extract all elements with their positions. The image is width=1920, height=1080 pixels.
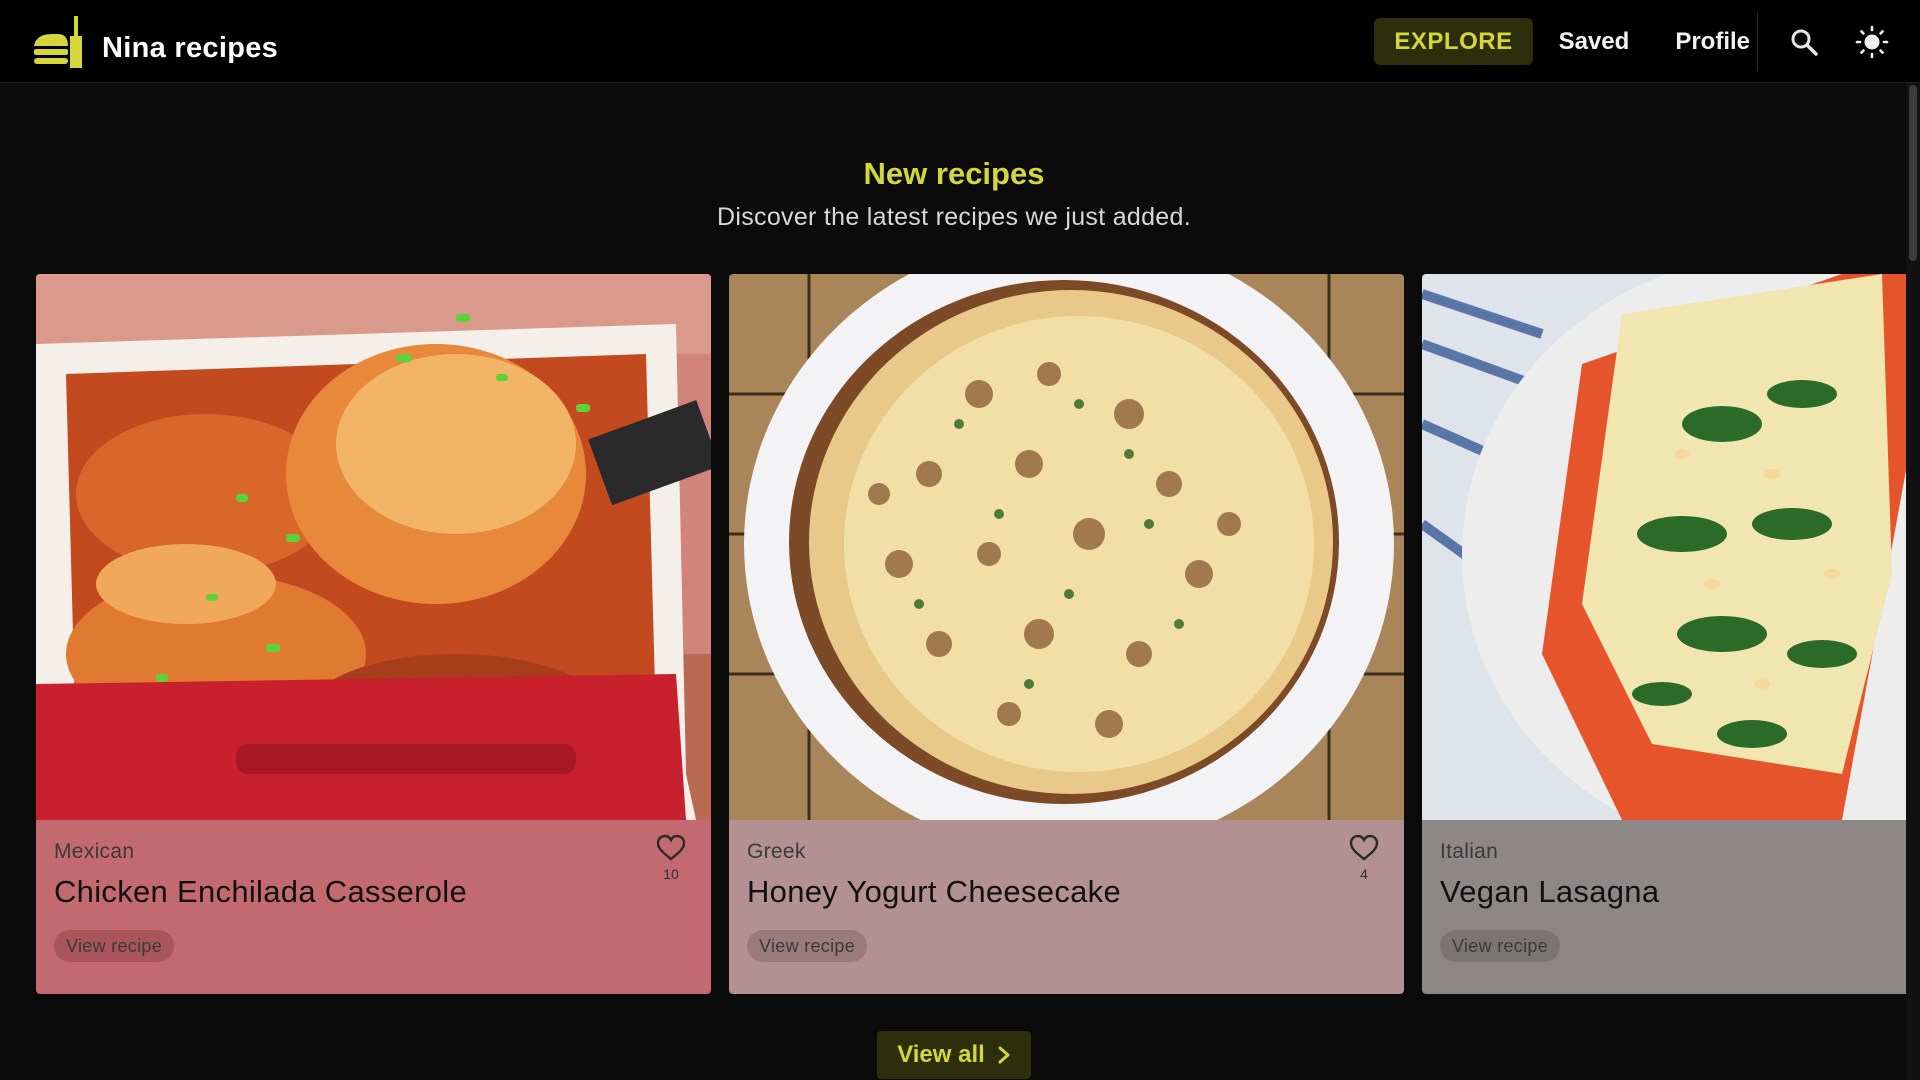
scrollbar-thumb[interactable] [1909,85,1917,261]
recipe-title: Vegan Lasagna [1440,874,1660,909]
search-button[interactable] [1784,22,1824,62]
recipe-card[interactable]: Mexican Chicken Enchilada Casserole View… [36,274,711,994]
favorite-count: 4 [1360,866,1368,882]
recipe-title: Honey Yogurt Cheesecake [747,874,1121,909]
view-recipe-button[interactable]: View recipe [747,930,868,962]
search-icon [1791,29,1818,56]
section-subtitle: Discover the latest recipes we just adde… [717,203,1191,231]
top-bar: Nina recipes EXPLORE Saved Profile [0,0,1920,83]
recipe-card-body: Greek Honey Yogurt Cheesecake View recip… [729,820,1404,994]
recipe-card[interactable]: Greek Honey Yogurt Cheesecake View recip… [729,274,1404,994]
section-title: New recipes [863,156,1045,191]
recipe-card-body: Italian Vegan Lasagna View recipe [1422,820,1908,994]
view-recipe-button[interactable]: View recipe [54,930,175,962]
nav-divider [1757,12,1758,71]
scrollbar[interactable] [1906,83,1920,1080]
favorite-count: 10 [663,866,679,882]
recipe-card[interactable]: Italian Vegan Lasagna View recipe [1422,274,1908,994]
recipe-image [36,274,711,820]
heart-icon[interactable] [1349,834,1379,862]
nav-saved[interactable]: Saved [1539,18,1650,65]
recipe-cuisine: Mexican [54,840,135,863]
recipe-image [729,274,1404,820]
recipe-cuisine: Greek [747,840,806,863]
recipe-image [1422,274,1908,820]
main-nav: EXPLORE Saved Profile [1368,18,1770,65]
favorite: 4 [1348,834,1380,882]
recipe-cuisine: Italian [1440,840,1499,863]
recipe-carousel: Mexican Chicken Enchilada Casserole View… [36,274,1908,994]
view-all-button[interactable]: View all [877,1031,1031,1079]
view-all-label: View all [897,1041,985,1068]
nav-explore[interactable]: EXPLORE [1374,18,1533,65]
theme-toggle-button[interactable] [1852,22,1892,62]
logo-icon [34,16,82,68]
recipe-title: Chicken Enchilada Casserole [54,874,468,909]
chevron-right-icon [998,1046,1010,1064]
app-viewport: Nina recipes EXPLORE Saved Profile New r… [0,0,1920,1080]
sun-icon [1855,25,1889,59]
view-recipe-button[interactable]: View recipe [1440,930,1561,962]
brand-name: Nina recipes [102,31,279,64]
recipe-card-body: Mexican Chicken Enchilada Casserole View… [36,820,711,994]
heart-icon[interactable] [656,834,686,862]
nav-profile[interactable]: Profile [1655,18,1770,65]
brand[interactable]: Nina recipes [32,14,278,70]
favorite: 10 [655,834,687,882]
